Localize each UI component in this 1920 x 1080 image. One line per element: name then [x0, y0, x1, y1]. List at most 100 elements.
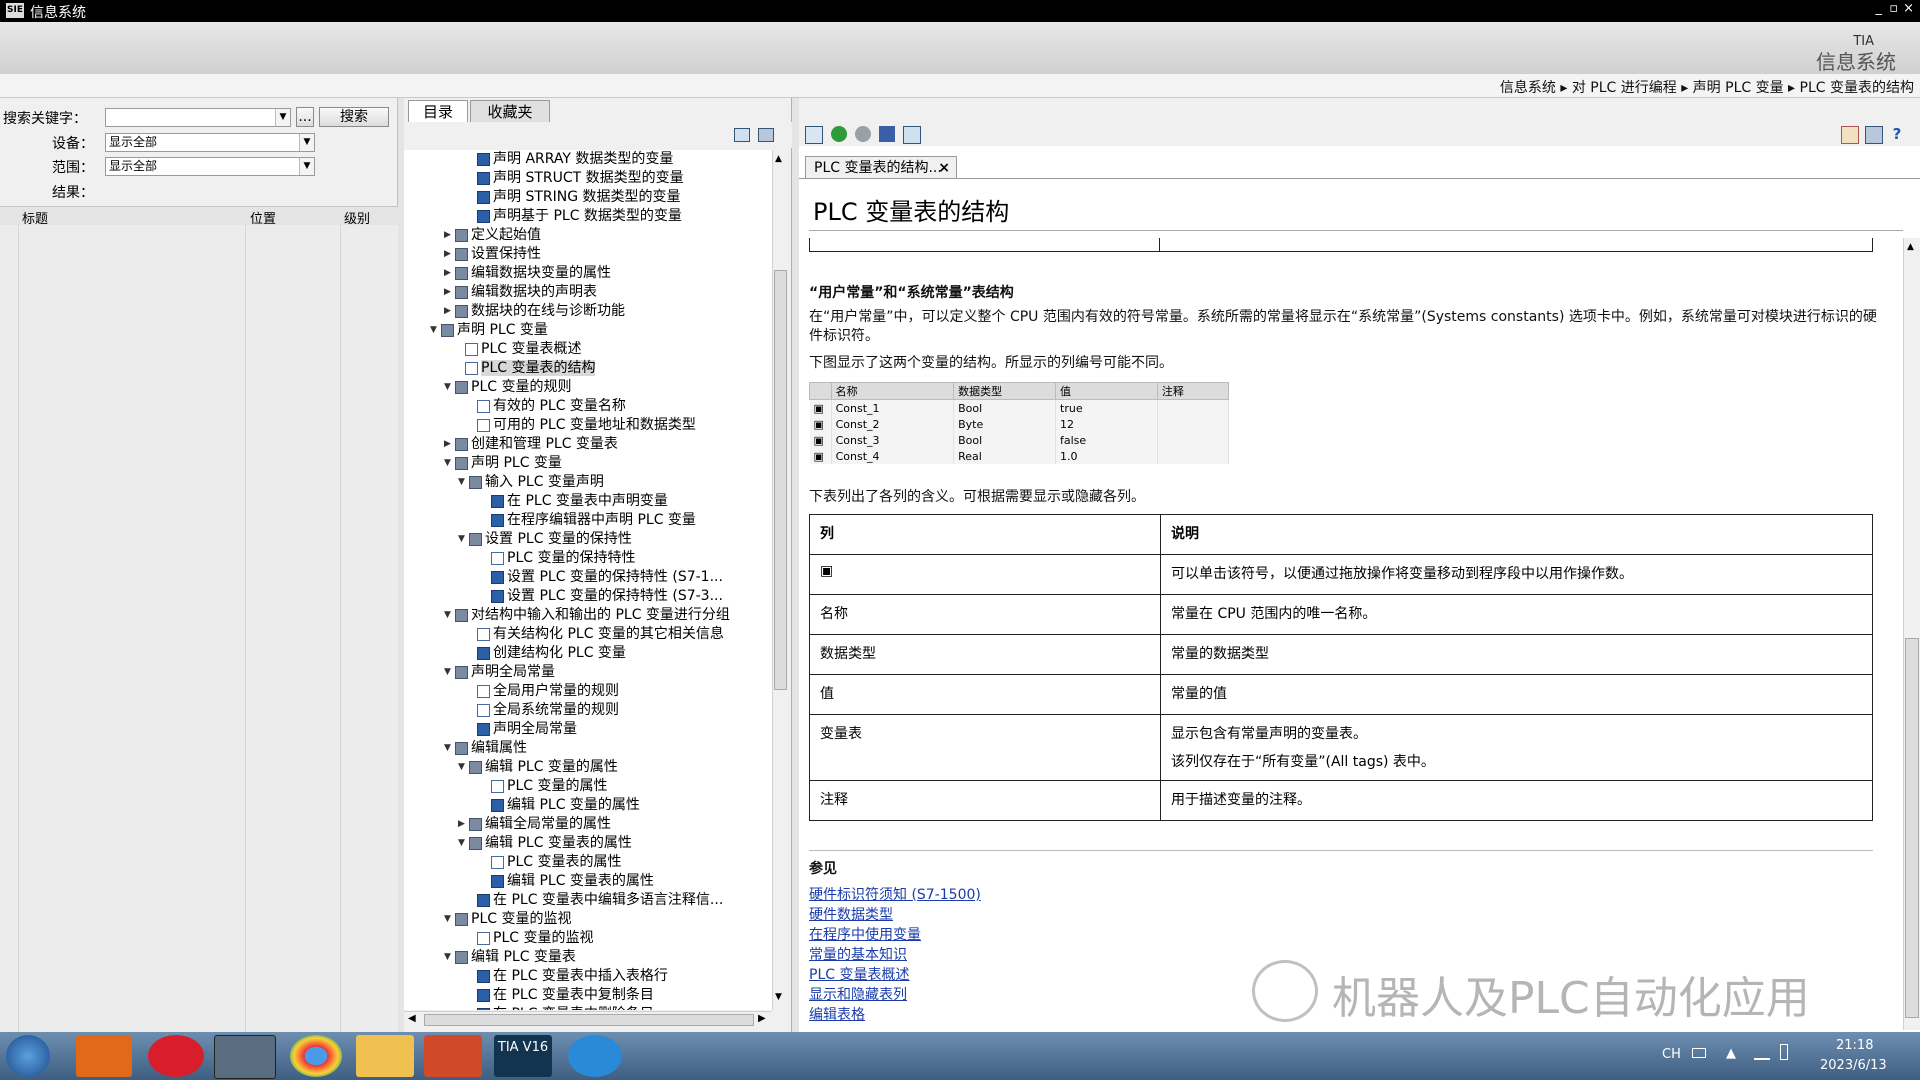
collapse-icon[interactable]: ▼ — [444, 910, 454, 929]
chevron-down-icon[interactable]: ▼ — [299, 134, 314, 151]
toc-node-label[interactable]: 在程序编辑器中声明 PLC 变量 — [507, 512, 696, 528]
toc-node-label[interactable]: 在 PLC 变量表中删除条目 — [493, 1006, 654, 1010]
toc-node[interactable]: 有关结构化 PLC 变量的其它相关信息 — [466, 625, 724, 644]
see-also-link[interactable]: 硬件数据类型 — [809, 904, 893, 924]
see-also-link[interactable]: 在程序中使用变量 — [809, 924, 921, 944]
toc-node[interactable]: ▶ 编辑全局常量的属性 — [458, 815, 611, 834]
toc-node[interactable]: PLC 变量表的结构 — [454, 359, 596, 378]
toc-node[interactable]: ▶ 编辑数据块变量的属性 — [444, 264, 611, 283]
scope-select[interactable]: 显示全部 ▼ — [105, 157, 315, 176]
toc-node-label[interactable]: 输入 PLC 变量声明 — [485, 474, 604, 490]
clock-time[interactable]: 21:18 — [1836, 1038, 1873, 1053]
toc-node[interactable]: 全局系统常量的规则 — [466, 701, 619, 720]
toc-node[interactable]: 设置 PLC 变量的保持特性 (S7-3... — [480, 587, 723, 606]
maximize-button[interactable]: ▫ — [1889, 1, 1898, 16]
toc-node[interactable]: 创建结构化 PLC 变量 — [466, 644, 626, 663]
toc-node-label[interactable]: 声明全局常量 — [471, 664, 555, 680]
toc-node[interactable]: ▶ 创建和管理 PLC 变量表 — [444, 435, 618, 454]
scroll-thumb[interactable] — [1905, 638, 1919, 1018]
toc-node-label[interactable]: 设置 PLC 变量的保持特性 (S7-3... — [507, 588, 723, 604]
scroll-right-icon[interactable]: ▶ — [758, 1013, 766, 1024]
toc-node[interactable]: 在 PLC 变量表中插入表格行 — [466, 967, 668, 986]
collapse-icon[interactable]: ▼ — [444, 454, 454, 473]
show-toc-icon[interactable] — [805, 126, 823, 144]
toc-node-label[interactable]: 编辑 PLC 变量表的属性 — [485, 835, 632, 851]
toc-node-label[interactable]: PLC 变量表概述 — [481, 341, 581, 357]
sync-icon[interactable] — [734, 128, 750, 142]
toc-node-label[interactable]: 全局用户常量的规则 — [493, 683, 619, 699]
toc-node-label[interactable]: 可用的 PLC 变量地址和数据类型 — [493, 417, 696, 433]
toc-node[interactable]: ▼ 编辑属性 — [444, 739, 527, 758]
toc-node-label[interactable]: 声明 ARRAY 数据类型的变量 — [493, 151, 673, 167]
tab-favorites[interactable]: 收藏夹 — [470, 100, 550, 122]
toc-node-label[interactable]: 对结构中输入和输出的 PLC 变量进行分组 — [471, 607, 730, 623]
search-button[interactable]: 搜索 — [319, 107, 389, 127]
see-also-link[interactable]: 硬件标识符须知 (S7-1500) — [809, 884, 981, 904]
toc-node-label[interactable]: 有关结构化 PLC 变量的其它相关信息 — [493, 626, 724, 642]
toc-node[interactable]: 声明 STRING 数据类型的变量 — [466, 188, 681, 207]
media-app-icon[interactable] — [76, 1035, 132, 1077]
toc-node-label[interactable]: 设置 PLC 变量的保持性 — [485, 531, 632, 547]
collapse-icon[interactable]: ▼ — [444, 378, 454, 397]
toc-node-label[interactable]: 编辑 PLC 变量表 — [471, 949, 576, 965]
presentation-app-icon[interactable] — [424, 1035, 482, 1077]
toc-node[interactable]: 有效的 PLC 变量名称 — [466, 397, 626, 416]
toc-node-label[interactable]: 编辑 PLC 变量的属性 — [485, 759, 618, 775]
collapse-icon[interactable]: ▼ — [444, 606, 454, 625]
collapse-icon[interactable]: ▼ — [458, 473, 468, 492]
browser-app-icon[interactable] — [568, 1035, 622, 1077]
toc-node[interactable]: ▼ 编辑 PLC 变量表的属性 — [458, 834, 632, 853]
collapse-icon[interactable]: ▼ — [458, 530, 468, 549]
toc-node-label[interactable]: 定义起始值 — [471, 227, 541, 243]
breadcrumb[interactable]: 信息系统 ▸ 对 PLC 进行编程 ▸ 声明 PLC 变量 ▸ PLC 变量表的… — [1500, 77, 1914, 97]
toc-node[interactable]: ▼ PLC 变量的规则 — [444, 378, 571, 397]
toc-node[interactable]: 在 PLC 变量表中编辑多语言注释信... — [466, 891, 723, 910]
toc-node-label[interactable]: 声明 STRUCT 数据类型的变量 — [493, 170, 684, 186]
print-icon[interactable] — [758, 128, 774, 142]
keyboard-icon[interactable] — [1692, 1048, 1706, 1058]
toc-node-label[interactable]: 数据块的在线与诊断功能 — [471, 303, 625, 319]
explorer-app-icon[interactable] — [356, 1035, 414, 1077]
device-select[interactable]: 显示全部 ▼ — [105, 133, 315, 152]
toc-node-label[interactable]: 在 PLC 变量表中插入表格行 — [493, 968, 668, 984]
expand-icon[interactable]: ▶ — [444, 283, 454, 302]
toc-node[interactable]: PLC 变量表概述 — [454, 340, 581, 359]
toc-node-label[interactable]: 编辑全局常量的属性 — [485, 816, 611, 832]
tray-expand-icon[interactable]: ▲ — [1726, 1046, 1736, 1061]
toc-node[interactable]: ▼ 编辑 PLC 变量表 — [444, 948, 576, 967]
toc-node[interactable]: ▼ 对结构中输入和输出的 PLC 变量进行分组 — [444, 606, 730, 625]
toc-node-label[interactable]: 有效的 PLC 变量名称 — [493, 398, 626, 414]
chevron-down-icon[interactable]: ▼ — [299, 158, 314, 175]
toc-node-label[interactable]: 声明 PLC 变量 — [471, 455, 562, 471]
tia-portal-app-icon[interactable]: TIA V16 — [494, 1035, 552, 1077]
home-icon[interactable] — [1841, 126, 1859, 144]
network-icon[interactable] — [1754, 1046, 1770, 1060]
collapse-icon[interactable]: ▼ — [458, 758, 468, 777]
toc-node[interactable]: ▼ 声明 PLC 变量 — [444, 454, 562, 473]
toc-node[interactable]: PLC 变量的属性 — [480, 777, 607, 796]
battery-icon[interactable] — [1780, 1044, 1788, 1060]
collapse-icon[interactable]: ▼ — [458, 834, 468, 853]
toc-node[interactable]: ▼ 输入 PLC 变量声明 — [458, 473, 604, 492]
toc-node-label[interactable]: 设置 PLC 变量的保持特性 (S7-1... — [507, 569, 723, 585]
see-also-link[interactable]: 编辑表格 — [809, 1004, 865, 1024]
toc-node[interactable]: 在 PLC 变量表中声明变量 — [480, 492, 668, 511]
toc-node-label[interactable]: PLC 变量表的结构 — [481, 360, 596, 376]
toc-horizontal-scrollbar[interactable]: ◀ ▶ — [404, 1011, 772, 1029]
toc-node-label[interactable]: 编辑 PLC 变量的属性 — [507, 797, 640, 813]
toc-node-label[interactable]: 声明全局常量 — [493, 721, 577, 737]
collapse-icon[interactable]: ▼ — [444, 663, 454, 682]
document-tab[interactable]: PLC 变量表的结构... × — [805, 156, 957, 178]
toc-node[interactable]: ▶ 定义起始值 — [444, 226, 541, 245]
clock-date[interactable]: 2023/6/13 — [1820, 1058, 1887, 1073]
expand-icon[interactable]: ▶ — [458, 815, 468, 834]
back-icon[interactable] — [831, 126, 847, 142]
toc-node-label[interactable]: PLC 变量的保持特性 — [507, 550, 635, 566]
toc-node-label[interactable]: PLC 变量的监视 — [471, 911, 571, 927]
expand-icon[interactable]: ▶ — [444, 302, 454, 321]
hscroll-thumb[interactable] — [424, 1014, 754, 1026]
toc-node-label[interactable]: 在 PLC 变量表中声明变量 — [507, 493, 668, 509]
document-scrollbar[interactable]: ▲ — [1903, 238, 1920, 1030]
scroll-left-icon[interactable]: ◀ — [408, 1013, 416, 1024]
tool-app-icon[interactable] — [214, 1035, 276, 1079]
